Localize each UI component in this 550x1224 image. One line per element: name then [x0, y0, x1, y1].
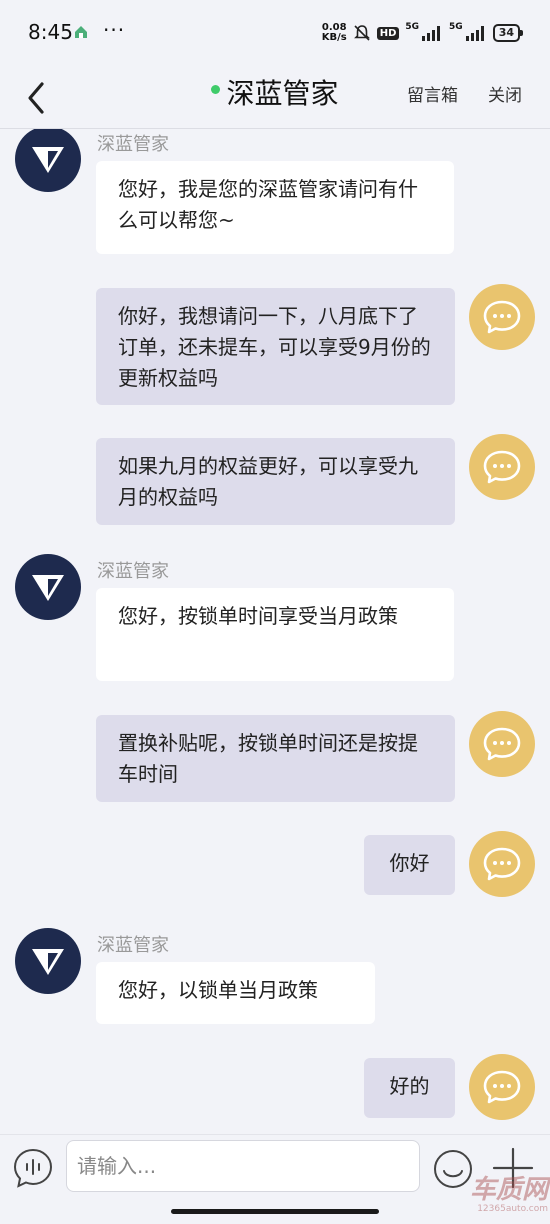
nav-bar: 深蓝管家 留言箱 关闭: [0, 64, 550, 129]
message-box-link[interactable]: 留言箱: [407, 81, 458, 106]
agent-message-bubble[interactable]: 您好，按锁单时间享受当月政策: [96, 588, 454, 681]
close-link[interactable]: 关闭: [488, 81, 522, 106]
home-indicator[interactable]: [171, 1209, 379, 1214]
user-message-bubble[interactable]: 你好: [364, 835, 455, 895]
user-message-bubble[interactable]: 你好，我想请问一下，八月底下了订单，还未提车，可以享受9月份的更新权益吗: [96, 288, 455, 405]
battery-icon: 34: [492, 24, 524, 42]
chat-bubble-icon: [483, 727, 521, 761]
user-avatar[interactable]: [469, 831, 535, 897]
status-bar: 8:45 ··· 0.08 KB/s HD 5G 5G 34: [0, 0, 550, 64]
agent-avatar[interactable]: [15, 129, 81, 192]
status-more-icon: ···: [103, 18, 126, 42]
agent-avatar[interactable]: [15, 554, 81, 620]
user-message-bubble[interactable]: 如果九月的权益更好，可以享受九月的权益吗: [96, 438, 455, 525]
user-avatar[interactable]: [469, 711, 535, 777]
chat-bubble-icon: [483, 300, 521, 334]
sender-name: 深蓝管家: [97, 134, 169, 155]
network-speed: 0.08 KB/s: [321, 22, 347, 43]
back-button[interactable]: [18, 72, 58, 120]
chat-bubble-icon: [483, 1070, 521, 1104]
deepal-logo-icon: [32, 949, 64, 975]
user-message-bubble[interactable]: 好的: [364, 1058, 455, 1118]
home-notification-icon: [75, 26, 87, 38]
status-indicators: 0.08 KB/s HD 5G 5G 34: [321, 20, 524, 46]
agent-avatar[interactable]: [15, 928, 81, 994]
chat-bubble-icon: [483, 847, 521, 881]
agent-message-bubble[interactable]: 您好，以锁单当月政策: [96, 962, 375, 1024]
hd-badge: HD: [376, 26, 400, 40]
user-avatar[interactable]: [469, 434, 535, 500]
signal-icon: [465, 26, 484, 41]
watermark-logo: 车质网 12365auto.com: [469, 1175, 548, 1214]
sender-name: 深蓝管家: [97, 935, 169, 956]
agent-message-bubble[interactable]: 您好，我是您的深蓝管家请问有什么可以帮您~: [96, 161, 454, 254]
user-avatar[interactable]: [469, 1054, 535, 1120]
status-time: 8:45: [28, 20, 73, 44]
signal-icon: [422, 26, 441, 41]
deepal-logo-icon: [32, 575, 64, 601]
page-title: 深蓝管家: [226, 77, 339, 110]
message-input[interactable]: [66, 1140, 420, 1192]
online-status-dot: [211, 84, 221, 94]
chat-area[interactable]: 深蓝管家 您好，我是您的深蓝管家请问有什么可以帮您~ 你好，我想请问一下，八月底…: [0, 129, 550, 1134]
voice-input-button[interactable]: [12, 1147, 54, 1189]
chat-bubble-icon: [483, 450, 521, 484]
signal-label-1: 5G: [405, 22, 420, 32]
user-avatar[interactable]: [469, 284, 535, 350]
user-message-bubble[interactable]: 置换补贴呢，按锁单时间还是按提车时间: [96, 715, 455, 802]
sender-name: 深蓝管家: [97, 561, 169, 582]
bell-muted-icon: [353, 25, 370, 41]
page-title-group: 深蓝管家: [0, 72, 550, 112]
deepal-logo-icon: [32, 147, 64, 173]
signal-label-2: 5G: [449, 22, 463, 32]
